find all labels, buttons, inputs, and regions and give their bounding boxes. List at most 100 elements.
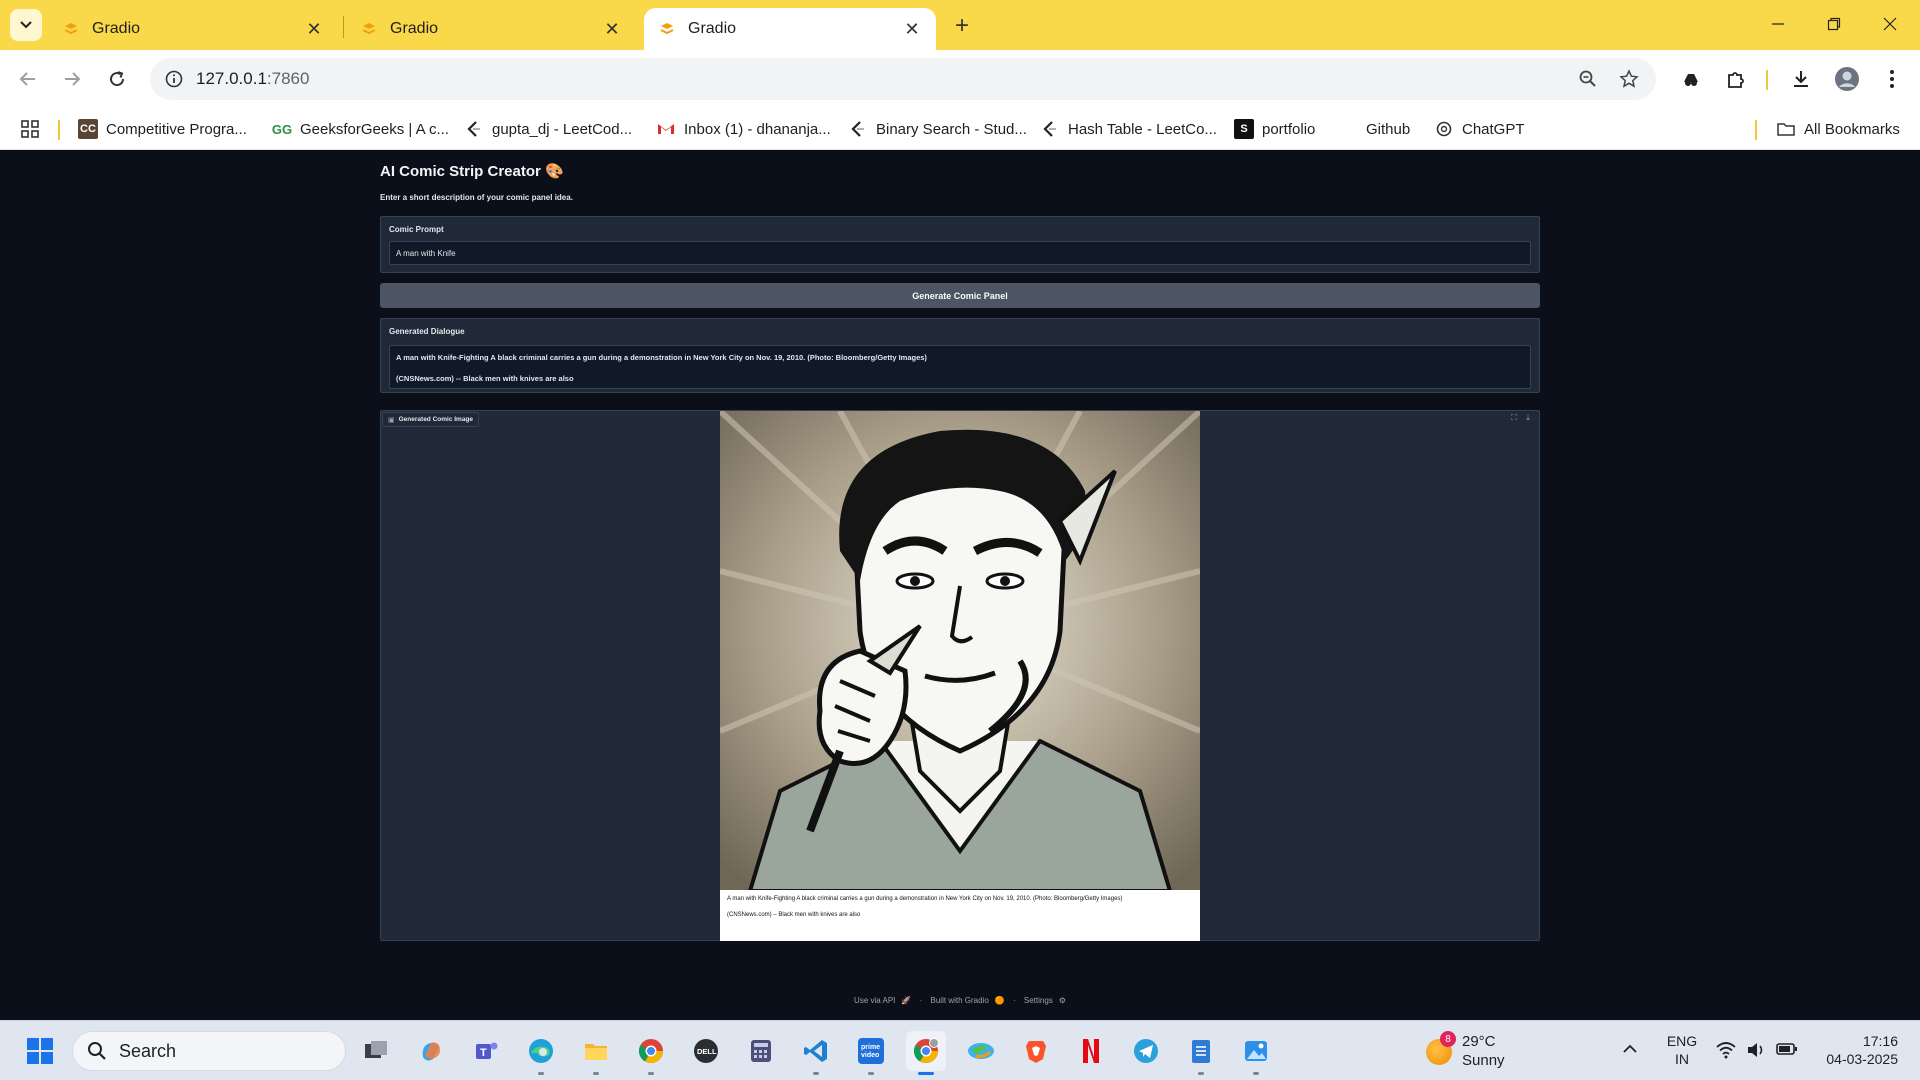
- chevron-up-icon: [1623, 1044, 1637, 1053]
- notification-badge: 8: [1440, 1031, 1456, 1047]
- settings-link[interactable]: Settings: [1024, 996, 1053, 1005]
- svg-text:prime: prime: [861, 1044, 880, 1051]
- bookmark-label: Inbox (1) - dhananja...: [684, 120, 831, 138]
- dell-icon[interactable]: DELL: [686, 1031, 726, 1071]
- reload-button[interactable]: [101, 63, 133, 95]
- running-indicator: [648, 1072, 654, 1075]
- tab-title: Gradio: [390, 20, 439, 37]
- bookmark-hash-table[interactable]: Hash Table - LeetCo...: [1040, 114, 1217, 144]
- browser-tab-3-active[interactable]: Gradio ✕: [644, 8, 936, 50]
- prime-video-icon[interactable]: prime video: [851, 1031, 891, 1075]
- vscode-icon[interactable]: [796, 1031, 836, 1075]
- back-button[interactable]: [12, 63, 44, 95]
- bookmark-portfolio[interactable]: S portfolio: [1234, 114, 1315, 144]
- bookmark-label: Binary Search - Stud...: [876, 120, 1027, 138]
- browser-tab-1[interactable]: Gradio ✕: [48, 8, 338, 50]
- fullscreen-icon[interactable]: ⛶: [1509, 413, 1519, 423]
- comic-image: A man with Knife-Fighting A black crimin…: [720, 411, 1200, 941]
- copilot-icon[interactable]: [411, 1031, 451, 1071]
- edge-icon[interactable]: [521, 1031, 561, 1075]
- file-explorer-icon[interactable]: [576, 1031, 616, 1075]
- extensions-puzzle-icon[interactable]: [1720, 63, 1752, 95]
- taskbar-search[interactable]: Search: [72, 1031, 346, 1071]
- bookmark-binary-search[interactable]: Binary Search - Stud...: [848, 114, 1027, 144]
- photos-icon[interactable]: [1236, 1031, 1276, 1075]
- generate-comic-panel-button[interactable]: Generate Comic Panel: [380, 283, 1540, 308]
- built-with-gradio-link[interactable]: Built with Gradio: [931, 996, 989, 1005]
- wifi-icon[interactable]: [1716, 1041, 1736, 1059]
- weather-widget[interactable]: 8 29°C Sunny: [1422, 1031, 1532, 1071]
- forward-button[interactable]: [56, 63, 88, 95]
- site-info-icon[interactable]: [160, 65, 188, 93]
- address-bar[interactable]: 127.0.0.1:7860: [150, 58, 1656, 100]
- clock-time: 17:16: [1862, 1033, 1898, 1049]
- reload-icon: [110, 71, 125, 87]
- battery-icon[interactable]: [1776, 1041, 1798, 1057]
- arrow-left-icon: [19, 72, 35, 86]
- footer-separator: ·: [1012, 996, 1016, 1005]
- show-hidden-icons-button[interactable]: [1622, 1041, 1638, 1057]
- netflix-icon[interactable]: [1071, 1031, 1111, 1071]
- close-tab-icon[interactable]: ✕: [304, 19, 324, 39]
- system-clock[interactable]: 17:16 04-03-2025: [1810, 1032, 1910, 1068]
- teams-icon[interactable]: T: [466, 1031, 506, 1071]
- running-indicator: [918, 1072, 934, 1075]
- bookmarks-divider: [58, 120, 60, 140]
- bookmark-chatgpt[interactable]: ChatGPT: [1434, 114, 1525, 144]
- telegram-icon[interactable]: [1126, 1031, 1166, 1071]
- zoom-icon[interactable]: [1574, 65, 1602, 93]
- search-label: Search: [119, 1040, 177, 1061]
- download-icon[interactable]: ⤓: [1523, 413, 1533, 423]
- bookmark-geeksforgeeks[interactable]: GG GeeksforGeeks | A c...: [272, 114, 449, 144]
- bookmark-github[interactable]: Github: [1366, 114, 1410, 144]
- calculator-app-icon[interactable]: [741, 1031, 781, 1071]
- bookmark-gmail-inbox[interactable]: Inbox (1) - dhananja...: [656, 114, 831, 144]
- tab-title: Gradio: [92, 20, 141, 37]
- apps-grid-icon[interactable]: [20, 114, 40, 144]
- input-language-indicator[interactable]: ENG IN: [1664, 1032, 1700, 1068]
- footer-separator: ·: [919, 996, 923, 1005]
- close-tab-icon[interactable]: ✕: [902, 19, 922, 39]
- notepad-icon[interactable]: [1181, 1031, 1221, 1075]
- gradio-logo-icon: 🟠: [994, 996, 1005, 1005]
- browser-toolbar: 127.0.0.1:7860: [0, 50, 1920, 108]
- minimize-button[interactable]: [1750, 6, 1806, 42]
- all-bookmarks-button[interactable]: All Bookmarks: [1776, 114, 1900, 144]
- bookmark-star-icon[interactable]: [1615, 65, 1643, 93]
- chrome-icon[interactable]: [631, 1031, 671, 1075]
- bookmark-leetcode-profile[interactable]: gupta_dj - LeetCod...: [464, 114, 632, 144]
- tab-strip: Gradio ✕ Gradio ✕ Gradio ✕ +: [0, 0, 1920, 50]
- downloads-icon[interactable]: [1785, 63, 1817, 95]
- weather-condition: Sunny: [1462, 1052, 1505, 1069]
- profile-avatar[interactable]: [1831, 63, 1863, 95]
- dialogue-label: Generated Dialogue: [389, 327, 465, 336]
- earth-app-icon[interactable]: [961, 1031, 1001, 1071]
- new-tab-button[interactable]: +: [948, 12, 976, 40]
- dialogue-line: (CNSNews.com) -- Black men with knives a…: [396, 373, 574, 383]
- running-indicator: [538, 1072, 544, 1075]
- close-tab-icon[interactable]: ✕: [602, 19, 622, 39]
- use-via-api-link[interactable]: Use via API: [854, 996, 895, 1005]
- svg-text:DELL: DELL: [697, 1047, 717, 1056]
- prompt-input[interactable]: A man with Knife: [389, 241, 1531, 265]
- chrome-active-icon[interactable]: [906, 1031, 946, 1075]
- bookmark-competitive-programming[interactable]: CC Competitive Progra...: [78, 114, 247, 144]
- gfg-icon: GG: [271, 121, 293, 137]
- task-view-icon[interactable]: [356, 1031, 396, 1071]
- dialogue-output[interactable]: A man with Knife-Fighting A black crimin…: [389, 345, 1531, 389]
- more-menu-icon[interactable]: [1876, 63, 1908, 95]
- volume-icon[interactable]: [1746, 1041, 1766, 1059]
- windows-logo-icon: [27, 1038, 53, 1064]
- bookmarks-divider: [1755, 120, 1757, 140]
- browser-tab-2[interactable]: Gradio ✕: [346, 8, 636, 50]
- start-button[interactable]: [20, 1031, 60, 1071]
- restore-button[interactable]: [1806, 6, 1862, 42]
- image-icon: ▣: [388, 416, 395, 424]
- tab-search-button[interactable]: [10, 9, 42, 41]
- brave-icon[interactable]: [1016, 1031, 1056, 1071]
- extension-icon[interactable]: [1675, 63, 1707, 95]
- chatgpt-icon: [1436, 121, 1452, 137]
- dialogue-block: Generated Dialogue A man with Knife-Figh…: [380, 318, 1540, 393]
- close-window-button[interactable]: [1862, 6, 1918, 42]
- image-block: ▣ Generated Comic Image ⛶ ⤓ A man with K…: [380, 410, 1540, 941]
